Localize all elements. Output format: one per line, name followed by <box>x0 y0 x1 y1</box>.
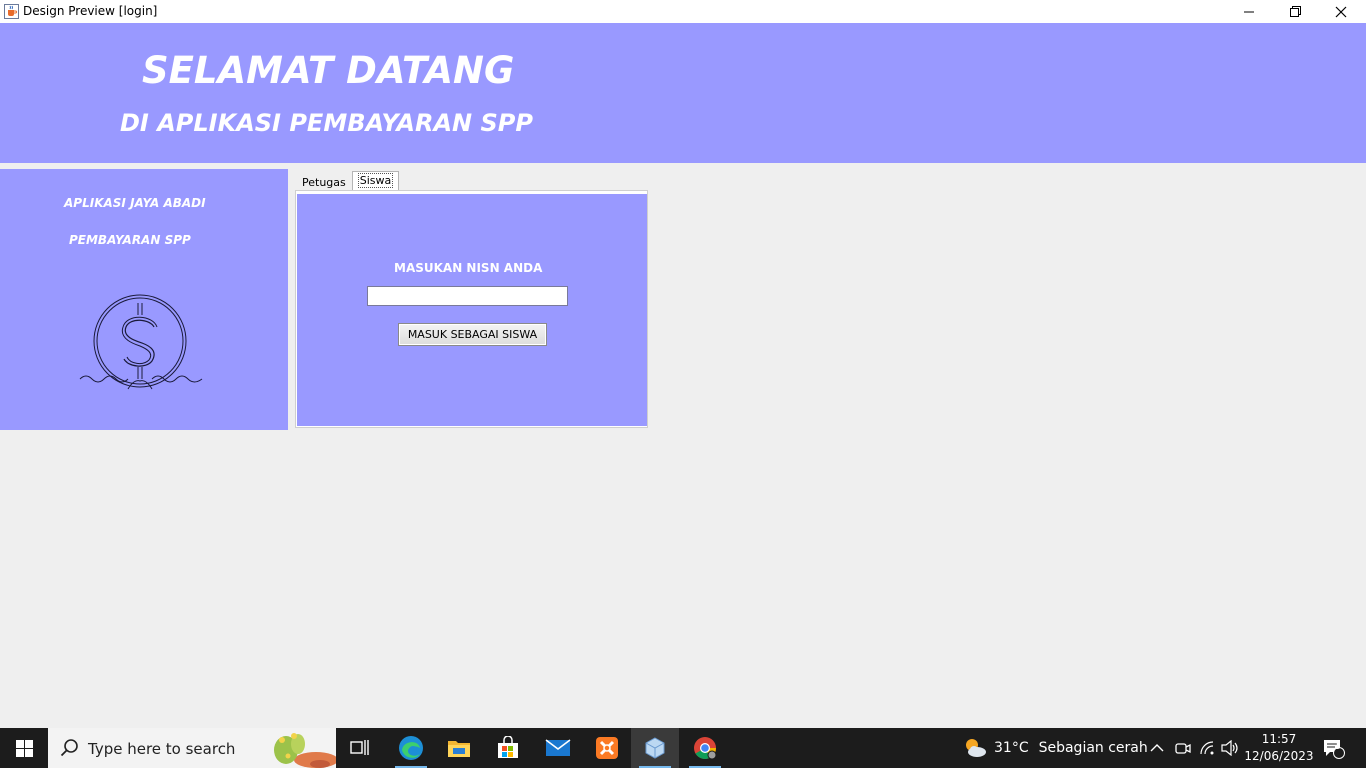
close-button[interactable] <box>1318 0 1364 23</box>
chrome-icon <box>694 737 717 760</box>
siswa-tab-panel: MASUKAN NISN ANDA MASUK SEBAGAI SISWA <box>295 190 648 428</box>
app-info-panel: APLIKASI JAYA ABADI PEMBAYARAN SPP <box>0 169 288 430</box>
taskbar-app-mail[interactable] <box>534 728 582 768</box>
app-purpose-label: PEMBAYARAN SPP <box>69 233 191 247</box>
taskbar-clock[interactable]: 11:57 12/06/2023 <box>1242 731 1316 765</box>
xampp-icon <box>596 737 618 759</box>
tab-siswa[interactable]: Siswa <box>351 171 400 190</box>
window-titlebar: Design Preview [login] <box>0 0 1366 23</box>
close-icon <box>1335 6 1347 17</box>
meet-now-button[interactable] <box>1175 728 1191 768</box>
taskbar-app-edge[interactable] <box>387 728 435 768</box>
taskbar-app-chrome[interactable] <box>681 728 729 768</box>
search-icon <box>60 739 78 757</box>
dollar-coin-icon <box>79 294 203 390</box>
taskbar-app-file-explorer[interactable] <box>435 728 483 768</box>
taskbar: Type here to search 31°C Sebagian cerah … <box>0 728 1366 768</box>
restore-button[interactable] <box>1272 0 1318 23</box>
task-view-button[interactable] <box>336 728 384 768</box>
login-tabs: Petugas Siswa <box>296 171 400 192</box>
partly-sunny-icon <box>966 739 986 757</box>
taskbar-app-java[interactable] <box>631 728 679 768</box>
nisn-input[interactable] <box>367 286 568 306</box>
wifi-icon <box>1200 741 1214 755</box>
login-siswa-button[interactable]: MASUK SEBAGAI SISWA <box>398 323 547 346</box>
welcome-banner: SELAMAT DATANG DI APLIKASI PEMBAYARAN SP… <box>0 23 1366 163</box>
edge-icon <box>399 736 423 760</box>
weather-temp: 31°C <box>994 740 1029 756</box>
task-view-icon <box>350 740 369 755</box>
taskbar-app-store[interactable] <box>484 728 532 768</box>
chevron-up-icon <box>1150 744 1164 752</box>
microsoft-store-icon <box>498 736 518 758</box>
weather-widget[interactable]: 31°C Sebagian cerah <box>962 728 1148 768</box>
taskbar-app-xampp[interactable] <box>583 728 631 768</box>
tab-petugas-label: Petugas <box>302 176 346 189</box>
network-button[interactable] <box>1199 728 1215 768</box>
notification-center-button[interactable]: 1 <box>1322 728 1346 768</box>
weather-description: Sebagian cerah <box>1038 740 1148 756</box>
show-hidden-icons-button[interactable] <box>1150 728 1164 768</box>
tab-siswa-label: Siswa <box>357 173 394 188</box>
meet-now-icon <box>1175 743 1191 754</box>
minimize-icon <box>1244 11 1254 12</box>
windows-logo-icon <box>15 739 33 757</box>
java-app-icon <box>645 737 665 759</box>
speaker-icon <box>1221 740 1238 756</box>
banner-subtitle: DI APLIKASI PEMBAYARAN SPP <box>120 109 533 137</box>
mail-icon <box>545 739 571 756</box>
siswa-login-form: MASUKAN NISN ANDA MASUK SEBAGAI SISWA <box>297 194 647 426</box>
volume-button[interactable] <box>1221 728 1239 768</box>
nisn-prompt-label: MASUKAN NISN ANDA <box>394 261 543 275</box>
restore-icon <box>1289 6 1301 17</box>
banner-title: SELAMAT DATANG <box>142 49 515 92</box>
file-explorer-icon <box>448 741 470 757</box>
window-title: Design Preview [login] <box>23 4 158 18</box>
search-placeholder: Type here to search <box>88 740 236 758</box>
minimize-button[interactable] <box>1226 0 1272 23</box>
app-name-label: APLIKASI JAYA ABADI <box>64 196 206 210</box>
java-cup-icon <box>4 4 19 19</box>
start-button[interactable] <box>0 728 48 768</box>
taskbar-search-box[interactable]: Type here to search <box>48 728 336 768</box>
search-highlight-image <box>260 728 336 768</box>
notification-count-badge: 1 <box>1334 741 1341 752</box>
clock-date: 12/06/2023 <box>1244 749 1314 763</box>
clock-time: 11:57 <box>1261 732 1297 746</box>
